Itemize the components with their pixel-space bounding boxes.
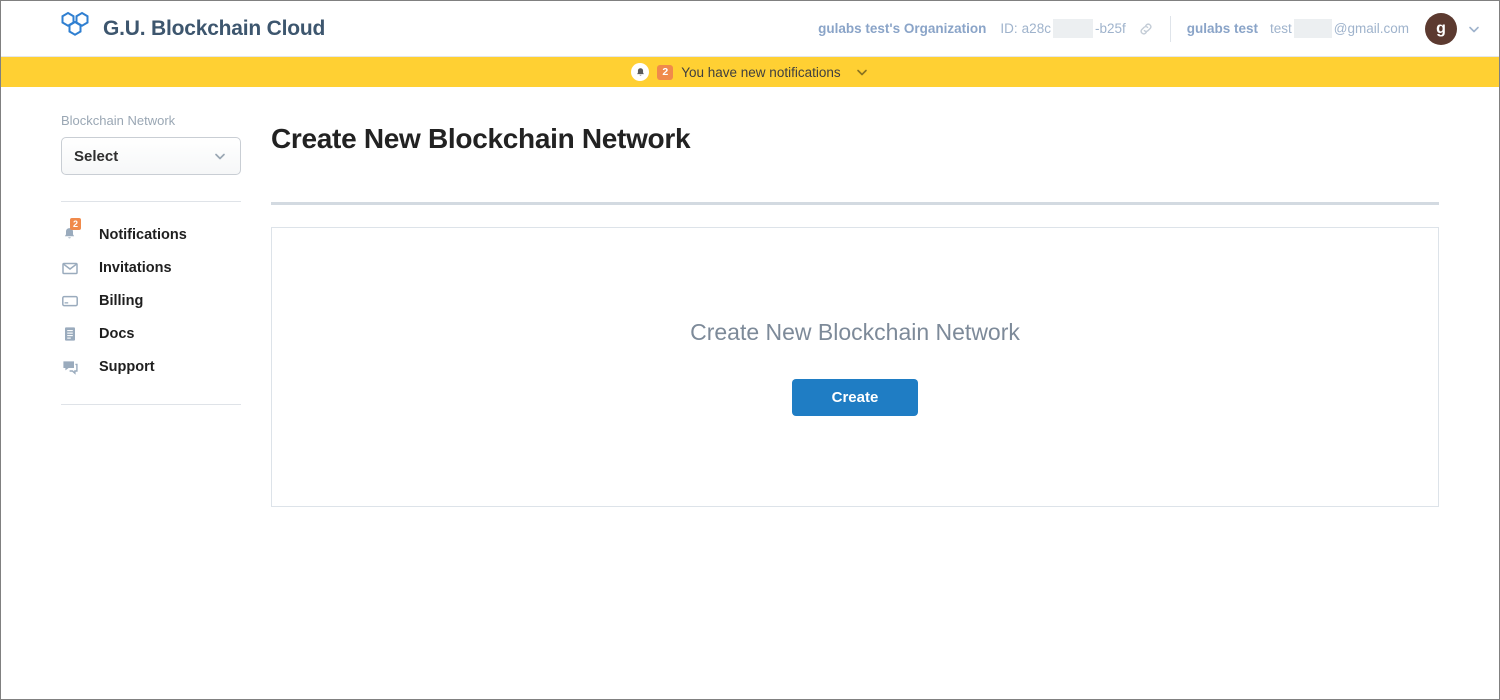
brand[interactable]: G.U. Blockchain Cloud <box>59 11 325 46</box>
user-email-suffix: @gmail.com <box>1333 21 1409 36</box>
create-button[interactable]: Create <box>791 378 919 416</box>
page-title: Create New Blockchain Network <box>271 123 691 154</box>
sidebar-item-billing[interactable]: Billing <box>1 284 241 317</box>
sidebar-divider-top <box>61 201 241 202</box>
organization-id: ID: a28c -b25f <box>1000 19 1153 38</box>
organization-id-redacted <box>1052 19 1093 38</box>
bell-icon: 2 <box>61 218 83 243</box>
header-account-area: gulabs test's Organization ID: a28c -b25… <box>818 12 1481 45</box>
main-content: Create New Blockchain Network Create New… <box>241 87 1499 507</box>
sidebar-item-label: Support <box>99 358 155 375</box>
sidebar-item-label: Notifications <box>99 226 187 243</box>
document-icon <box>61 325 83 343</box>
sidebar: Blockchain Network Select 2 Notification… <box>1 87 241 405</box>
app-header: G.U. Blockchain Cloud gulabs test's Orga… <box>1 1 1499 57</box>
credit-card-icon <box>61 292 83 310</box>
sidebar-item-label: Docs <box>99 325 135 342</box>
user-name: gulabs test <box>1186 21 1258 36</box>
link-icon[interactable] <box>1138 21 1154 37</box>
organization-name: gulabs test's Organization <box>818 21 987 36</box>
user-email-redacted <box>1293 19 1332 38</box>
title-divider <box>271 202 1439 205</box>
avatar[interactable]: g <box>1425 12 1457 45</box>
organization-id-suffix: -b25f <box>1094 21 1126 36</box>
account-menu-chevron-down-icon[interactable] <box>1467 22 1481 36</box>
sidebar-section-label: Blockchain Network <box>61 113 176 128</box>
organization-id-prefix: a28c <box>1021 21 1051 36</box>
bell-icon <box>631 63 650 81</box>
chat-bubbles-icon <box>61 358 83 376</box>
create-network-card-message: Create New Blockchain Network <box>690 318 1020 345</box>
envelope-icon <box>61 259 83 277</box>
header-divider <box>1169 15 1171 42</box>
blockchain-network-select-value: Select <box>74 147 119 165</box>
sidebar-item-support[interactable]: Support <box>1 350 241 383</box>
user-email: test @gmail.com <box>1270 19 1409 38</box>
notification-count-badge: 2 <box>657 64 674 80</box>
sidebar-item-label: Billing <box>99 292 144 309</box>
organization-id-label: ID: <box>1000 21 1018 36</box>
notification-banner-text: You have new notifications <box>681 64 841 80</box>
brand-title: G.U. Blockchain Cloud <box>103 16 326 40</box>
sidebar-nav: 2 Notifications Invitations Billing Docs… <box>1 218 241 383</box>
page-body: Blockchain Network Select 2 Notification… <box>1 87 1499 507</box>
blockchain-network-select[interactable]: Select <box>61 137 241 175</box>
browser-window: G.U. Blockchain Cloud gulabs test's Orga… <box>0 0 1500 700</box>
notification-banner-chevron-down-icon[interactable] <box>855 65 869 79</box>
hexagon-cluster-logo-icon <box>59 11 91 46</box>
sidebar-divider-bottom <box>61 404 241 405</box>
create-network-card: Create New Blockchain Network Create <box>271 227 1439 507</box>
user-email-prefix: test <box>1270 21 1292 36</box>
sidebar-notifications-badge: 2 <box>70 218 82 230</box>
notification-banner[interactable]: 2 You have new notifications <box>1 57 1499 87</box>
select-chevron-down-icon <box>212 148 228 164</box>
sidebar-item-notifications[interactable]: 2 Notifications <box>1 218 241 251</box>
sidebar-item-docs[interactable]: Docs <box>1 317 241 350</box>
sidebar-item-label: Invitations <box>99 259 172 276</box>
sidebar-item-invitations[interactable]: Invitations <box>1 251 241 284</box>
